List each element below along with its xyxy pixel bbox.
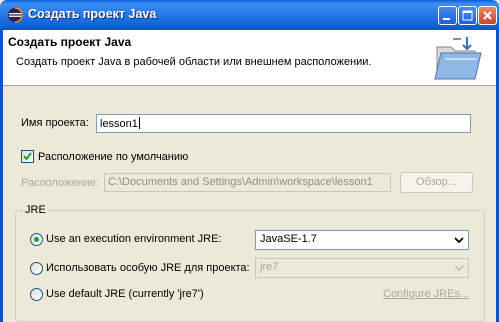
- window-title: Создать проект Java: [28, 7, 157, 21]
- maximize-icon: [462, 10, 473, 21]
- close-icon: [483, 11, 492, 20]
- maximize-button[interactable]: [458, 6, 477, 25]
- project-name-input[interactable]: lesson1: [96, 114, 471, 133]
- specific-jre-radio[interactable]: [30, 262, 43, 275]
- project-name-value: lesson1: [100, 118, 138, 130]
- execution-environment-value: JavaSE-1.7: [260, 233, 317, 245]
- default-location-label: Расположение по умолчанию: [38, 151, 189, 163]
- header-banner: Создать проект Java Создать проект Java …: [3, 30, 496, 86]
- specific-jre-select[interactable]: jre7: [255, 258, 469, 278]
- chevron-down-icon: [454, 265, 464, 272]
- specific-jre-value: jre7: [260, 261, 279, 273]
- configure-jres-link[interactable]: Configure JREs...: [383, 288, 469, 300]
- project-name-label: Имя проекта:: [21, 117, 89, 129]
- specific-jre-label: Использовать особую JRE для проекта:: [46, 262, 250, 274]
- execution-environment-label: Use an execution environment JRE:: [46, 233, 222, 245]
- execution-environment-radio[interactable]: [30, 233, 43, 246]
- location-label: Расположение:: [21, 177, 99, 189]
- jre-group-label: JRE: [23, 204, 48, 216]
- minimize-button[interactable]: [438, 6, 457, 25]
- close-button[interactable]: [478, 6, 497, 25]
- location-input[interactable]: C:\Documents and Settings\Admin\workspac…: [104, 173, 391, 192]
- execution-environment-select[interactable]: JavaSE-1.7: [255, 230, 469, 250]
- page-description: Создать проект Java в рабочей области ил…: [16, 56, 372, 68]
- page-title: Создать проект Java: [8, 35, 132, 49]
- location-value: C:\Documents and Settings\Admin\workspac…: [108, 176, 373, 188]
- browse-button[interactable]: Обзор...: [400, 172, 473, 193]
- eclipse-icon: [8, 7, 23, 23]
- title-bar: Создать проект Java: [0, 0, 499, 30]
- default-location-checkbox[interactable]: [21, 150, 34, 163]
- minimize-icon: [443, 18, 450, 20]
- radio-selected-dot: [34, 237, 39, 242]
- default-jre-radio[interactable]: [30, 288, 43, 301]
- checkmark-icon: [23, 152, 32, 161]
- default-jre-label: Use default JRE (currently 'jre7'): [46, 288, 204, 300]
- java-project-folder-icon: [434, 37, 482, 80]
- chevron-down-icon: [454, 237, 464, 244]
